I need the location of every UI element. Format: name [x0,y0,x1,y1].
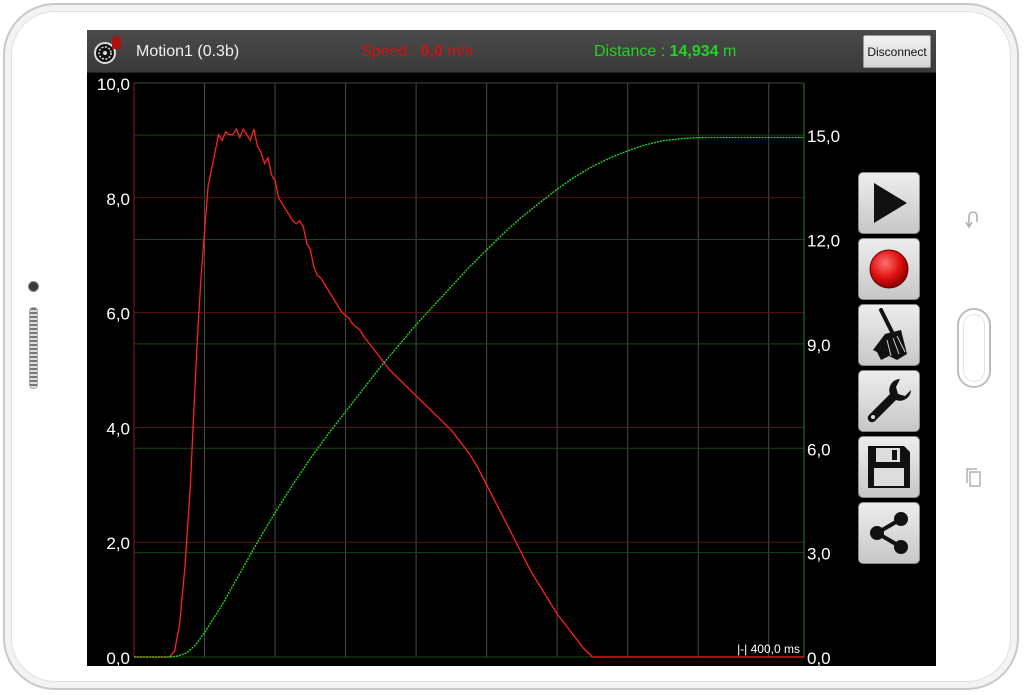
speed-series-line [134,127,804,658]
right-tick-label: 9,0 [807,336,831,355]
left-tick-label: 6,0 [106,305,130,324]
share-button[interactable] [858,502,920,564]
right-tick-label: 6,0 [807,440,831,459]
distance-series-line [134,136,804,658]
left-tick-label: 10,0 [97,75,130,94]
front-camera [28,281,39,292]
right-tick-label: 0,0 [807,649,831,666]
speed-distance-chart[interactable]: 0,02,04,06,08,010,00,03,06,09,012,015,0 … [87,30,936,666]
record-icon [868,248,910,290]
play-icon [869,181,909,225]
right-tick-label: 15,0 [807,127,840,146]
save-button[interactable] [858,436,920,498]
speaker-grille [29,307,38,389]
left-tick-label: 8,0 [106,190,130,209]
home-button[interactable] [957,308,991,388]
settings-button[interactable] [858,370,920,432]
floppy-disk-icon [866,444,912,490]
broom-icon [867,308,911,362]
wrench-icon [864,376,914,426]
left-tick-label: 4,0 [106,419,130,438]
play-button[interactable] [858,172,920,234]
right-tick-label: 3,0 [807,545,831,564]
record-button[interactable] [858,238,920,300]
left-tick-label: 0,0 [106,649,130,666]
time-scale-label: |-| 400,0 ms [737,642,800,656]
clear-button[interactable] [858,304,920,366]
right-tick-label: 12,0 [807,232,840,251]
back-icon[interactable] [963,208,983,229]
left-tick-label: 2,0 [106,534,130,553]
app-screen: Motion1 (0.3b) Speed : 0,0 m/s Distance … [87,30,936,666]
share-icon [865,509,913,557]
recent-apps-icon[interactable] [964,466,984,487]
